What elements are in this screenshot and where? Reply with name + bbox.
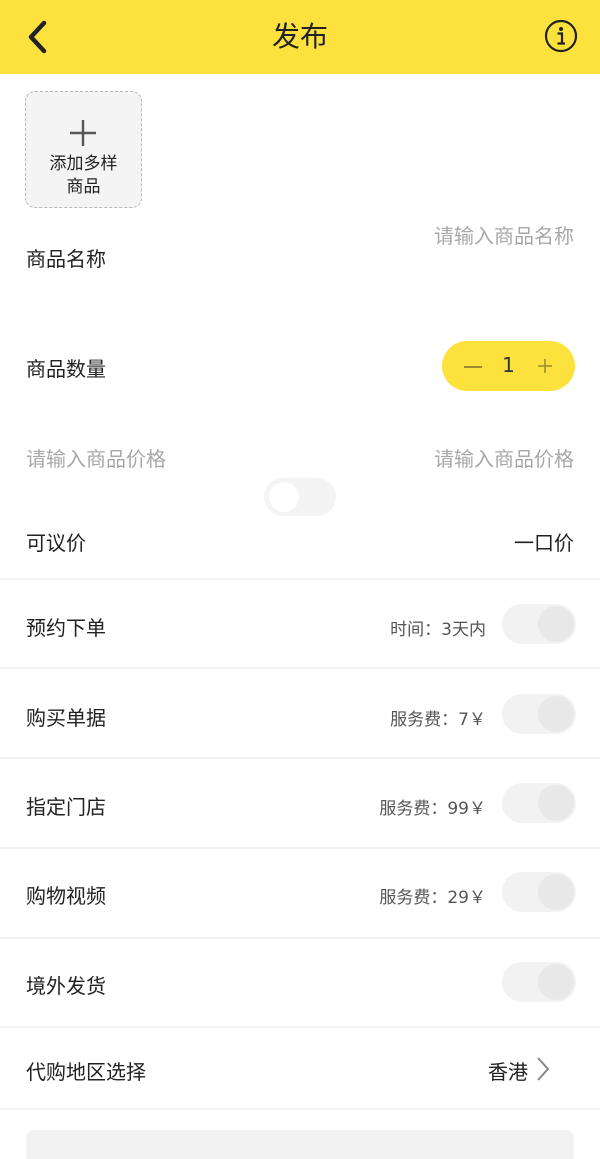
video-toggle[interactable]: [502, 872, 576, 912]
option-label-appointment: 预约下单: [26, 616, 106, 640]
quantity-value: 1: [502, 353, 515, 377]
add-product-label: 添加多样商品: [49, 154, 118, 197]
divider: [0, 757, 600, 759]
product-name-input[interactable]: 请输入商品名称: [434, 220, 574, 249]
fixed-price-label[interactable]: 一口价: [514, 527, 574, 556]
option-detail-video: 服务费：29￥: [379, 888, 486, 908]
option-detail-store: 服务费：99￥: [379, 799, 486, 819]
appointment-toggle[interactable]: [502, 604, 576, 644]
overseas-toggle[interactable]: [502, 962, 576, 1002]
divider: [0, 847, 600, 849]
option-label-store: 指定门店: [26, 795, 106, 819]
chevron-right-icon[interactable]: [535, 1056, 551, 1082]
price-input[interactable]: 请输入商品价格: [26, 443, 166, 472]
store-toggle[interactable]: [502, 783, 576, 823]
region-label: 代购地区选择: [26, 1060, 146, 1084]
info-circle-icon: [544, 19, 578, 53]
divider: [0, 578, 600, 580]
top-bar: 发布: [0, 0, 600, 74]
negotiable-label: 可议价: [26, 531, 86, 555]
plus-button[interactable]: [537, 358, 553, 374]
add-product-button[interactable]: 添加多样商品: [25, 91, 142, 208]
receipt-toggle[interactable]: [502, 694, 576, 734]
divider: [0, 1026, 600, 1028]
option-label-overseas: 境外发货: [26, 974, 106, 998]
option-detail-receipt: 服务费：7￥: [390, 710, 486, 730]
divider: [0, 667, 600, 669]
quantity-stepper[interactable]: 1: [442, 341, 575, 391]
divider: [0, 1108, 600, 1110]
option-detail-appointment: 时间：3天内: [390, 620, 486, 640]
product-name-label: 商品名称: [26, 247, 106, 271]
page-title: 发布: [271, 20, 328, 53]
quantity-label: 商品数量: [26, 357, 106, 381]
divider: [0, 937, 600, 939]
region-value[interactable]: 香港: [488, 1056, 528, 1085]
info-button[interactable]: [544, 19, 578, 53]
plus-icon: [70, 120, 96, 146]
price-input-right[interactable]: 请输入商品价格: [434, 443, 574, 472]
negotiable-toggle[interactable]: [264, 478, 336, 516]
bottom-panel: [26, 1130, 574, 1159]
option-label-receipt: 购买单据: [26, 706, 106, 730]
option-label-video: 购物视频: [26, 884, 106, 908]
